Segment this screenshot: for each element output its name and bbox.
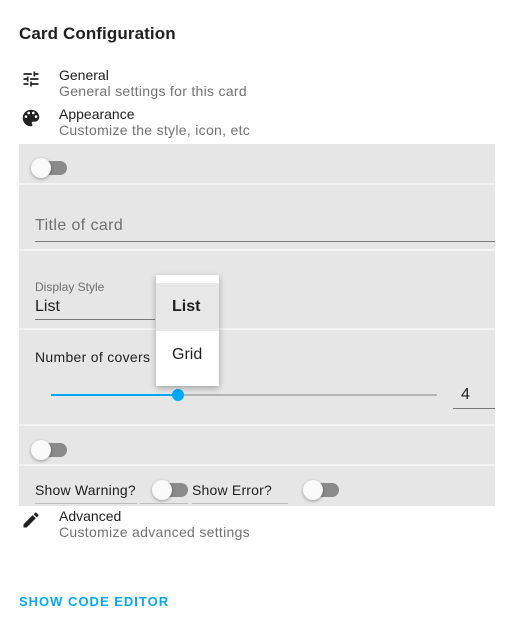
display-style-option-grid[interactable]: Grid <box>156 331 219 379</box>
covers-slider[interactable] <box>51 387 437 403</box>
page-title: Card Configuration <box>19 24 176 43</box>
display-style-select[interactable]: List <box>35 298 155 320</box>
show-warning-label: Show Warning? <box>35 482 137 504</box>
divider <box>19 328 495 330</box>
display-style-label: Display Style <box>35 280 105 294</box>
show-error-label: Show Error? <box>192 482 288 504</box>
show-warning-underline <box>140 482 188 504</box>
show-error-toggle[interactable] <box>303 480 339 500</box>
covers-number-input[interactable]: 4 <box>453 384 495 409</box>
section-advanced-desc: Customize advanced settings <box>59 524 250 540</box>
pencil-icon <box>19 508 43 532</box>
section-advanced[interactable]: Advanced Customize advanced settings <box>19 508 250 540</box>
section-appearance-label: Appearance <box>59 106 135 122</box>
display-style-menu: List Grid <box>156 275 219 386</box>
toggle-thumb <box>303 480 323 500</box>
slider-fill <box>51 394 179 396</box>
section-appearance-desc: Customize the style, icon, etc <box>59 122 251 138</box>
section-general-desc: General settings for this card <box>59 83 247 99</box>
section-appearance[interactable]: Appearance Customize the style, icon, et… <box>19 106 250 138</box>
divider <box>19 183 495 185</box>
toggle-thumb <box>31 158 51 178</box>
appearance-panel: Display Style List Number of covers 4 Sh… <box>19 144 495 506</box>
section-advanced-label: Advanced <box>59 508 122 524</box>
toggle-thumb <box>31 440 51 460</box>
show-code-editor-button[interactable]: SHOW CODE EDITOR <box>19 594 169 609</box>
tune-icon <box>19 67 43 91</box>
divider <box>19 464 495 466</box>
palette-icon <box>19 106 43 130</box>
number-of-covers-label: Number of covers <box>35 349 151 365</box>
divider <box>19 424 495 426</box>
slider-knob[interactable] <box>172 389 185 401</box>
card-title-field[interactable] <box>35 214 495 242</box>
section-general[interactable]: General General settings for this card <box>19 67 247 99</box>
appearance-toggle-1[interactable] <box>31 158 67 178</box>
display-style-option-list[interactable]: List <box>156 283 219 331</box>
card-title-input[interactable] <box>35 214 495 238</box>
appearance-toggle-2[interactable] <box>31 440 67 460</box>
section-general-label: General <box>59 67 109 83</box>
divider <box>19 249 495 251</box>
